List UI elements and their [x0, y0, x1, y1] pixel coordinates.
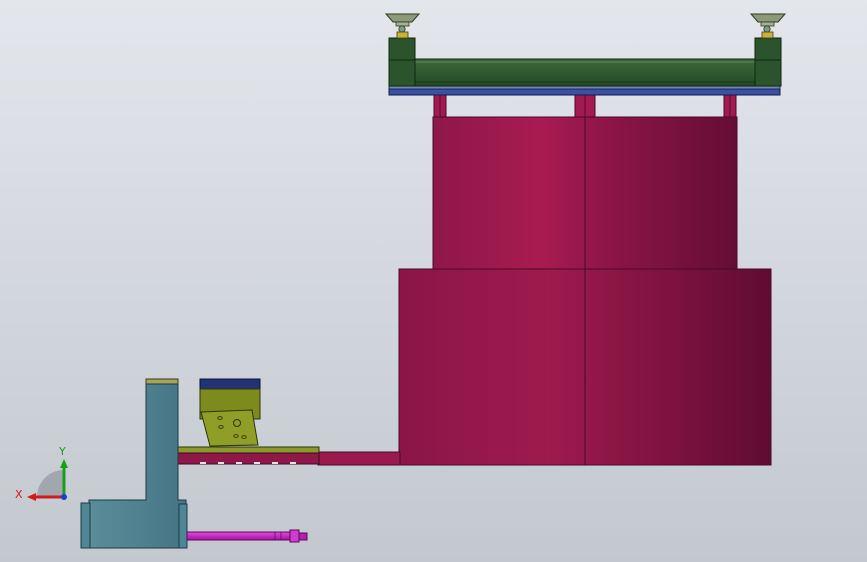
gripper-module[interactable] [199, 378, 261, 447]
z-axis-point-icon [61, 494, 67, 500]
leveling-foot-left[interactable] [384, 13, 421, 39]
support-posts[interactable] [433, 94, 737, 118]
column-base-teal[interactable] [80, 378, 188, 549]
graphics-viewport[interactable]: Y X [0, 0, 867, 562]
reference-triad: Y X [15, 445, 68, 501]
leveling-foot-right[interactable] [749, 13, 787, 39]
lower-cylinder[interactable] [398, 268, 772, 466]
triad-plane-icon [37, 470, 64, 497]
cad-model-view[interactable]: Y X [0, 0, 867, 562]
upper-cylinder[interactable] [432, 116, 738, 270]
triad-y-label: Y [58, 445, 66, 458]
triad-x-label: X [15, 488, 23, 501]
top-frame[interactable] [388, 37, 782, 96]
base-plate-crimson[interactable] [317, 451, 401, 466]
magenta-rod[interactable] [186, 529, 308, 543]
rail-assembly[interactable] [177, 446, 320, 465]
